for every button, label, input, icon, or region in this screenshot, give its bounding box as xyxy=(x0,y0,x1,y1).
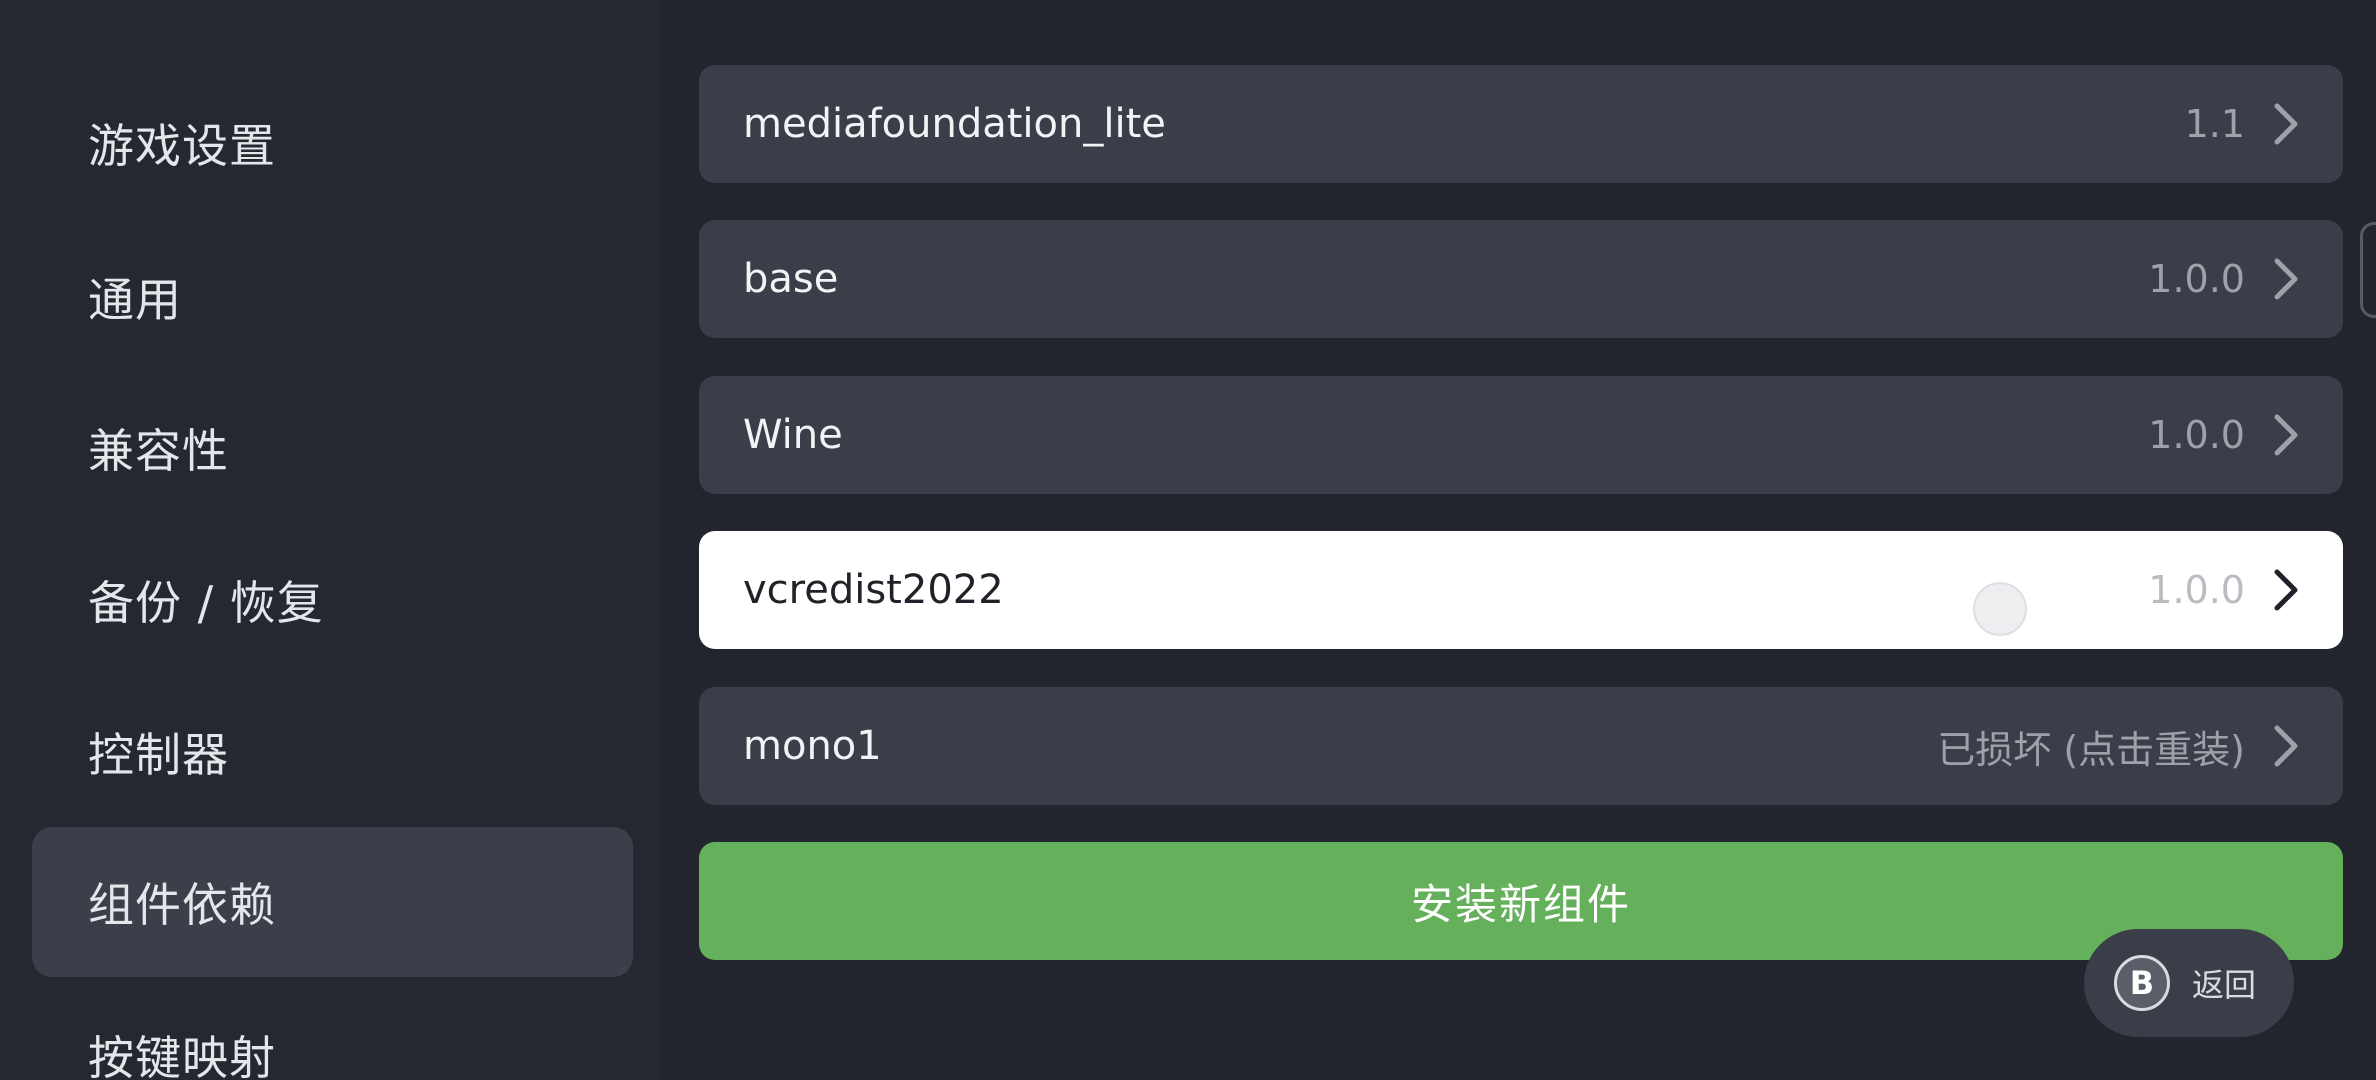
chevron-right-icon xyxy=(2271,413,2301,457)
sidebar: 游戏设置 通用 兼容性 备份 / 恢复 控制器 组件依赖 按键映射 xyxy=(0,0,660,1080)
component-version: 1.1 xyxy=(2184,102,2245,146)
sidebar-item-label: 按键映射 xyxy=(88,1031,276,1080)
component-row-vcredist2022[interactable]: vcredist2022 1.0.0 xyxy=(699,531,2343,649)
sidebar-item-key-mapping[interactable]: 按键映射 xyxy=(32,980,633,1080)
install-new-component-button[interactable]: 安装新组件 xyxy=(699,842,2343,960)
sidebar-item-label: 组件依赖 xyxy=(88,878,276,932)
component-name: base xyxy=(743,256,839,302)
sidebar-item-controller[interactable]: 控制器 xyxy=(32,677,633,827)
chevron-right-icon xyxy=(2271,257,2301,301)
component-name: mediafoundation_lite xyxy=(743,101,1166,147)
component-row-mono1[interactable]: mono1 已损坏 (点击重装) xyxy=(699,687,2343,805)
sidebar-item-label: 控制器 xyxy=(88,728,229,782)
sidebar-item-compatibility[interactable]: 兼容性 xyxy=(32,373,633,523)
component-row-wine[interactable]: Wine 1.0.0 xyxy=(699,376,2343,494)
component-version: 1.0.0 xyxy=(2148,568,2245,612)
sidebar-item-label: 游戏设置 xyxy=(88,119,276,173)
sidebar-item-label: 通用 xyxy=(88,273,182,327)
component-name: vcredist2022 xyxy=(743,567,1004,613)
component-name: Wine xyxy=(743,412,843,458)
chevron-right-icon xyxy=(2271,568,2301,612)
component-version: 1.0.0 xyxy=(2148,257,2245,301)
chevron-right-icon xyxy=(2271,724,2301,768)
component-row-mediafoundation-lite[interactable]: mediafoundation_lite 1.1 xyxy=(699,65,2343,183)
chevron-right-icon xyxy=(2271,102,2301,146)
touch-indicator xyxy=(1973,582,2027,636)
back-button[interactable]: B 返回 xyxy=(2084,929,2294,1037)
b-button-icon: B xyxy=(2114,955,2170,1011)
settings-page: 游戏设置 通用 兼容性 备份 / 恢复 控制器 组件依赖 按键映射 mediaf… xyxy=(0,0,2376,1080)
component-row-base[interactable]: base 1.0.0 xyxy=(699,220,2343,338)
edge-handle[interactable] xyxy=(2360,222,2376,318)
sidebar-item-components[interactable]: 组件依赖 xyxy=(32,827,633,977)
component-name: mono1 xyxy=(743,723,882,769)
sidebar-item-general[interactable]: 通用 xyxy=(32,222,633,372)
sidebar-item-backup-restore[interactable]: 备份 / 恢复 xyxy=(32,525,633,675)
component-version: 1.0.0 xyxy=(2148,413,2245,457)
back-label: 返回 xyxy=(2192,966,2257,1004)
sidebar-item-label: 兼容性 xyxy=(88,424,229,478)
sidebar-item-label: 备份 / 恢复 xyxy=(88,576,324,630)
sidebar-item-game-settings[interactable]: 游戏设置 xyxy=(32,68,633,218)
component-status: 已损坏 (点击重装) xyxy=(1937,727,2245,772)
component-list: mediafoundation_lite 1.1 base 1.0.0 Wine… xyxy=(699,0,2343,1080)
